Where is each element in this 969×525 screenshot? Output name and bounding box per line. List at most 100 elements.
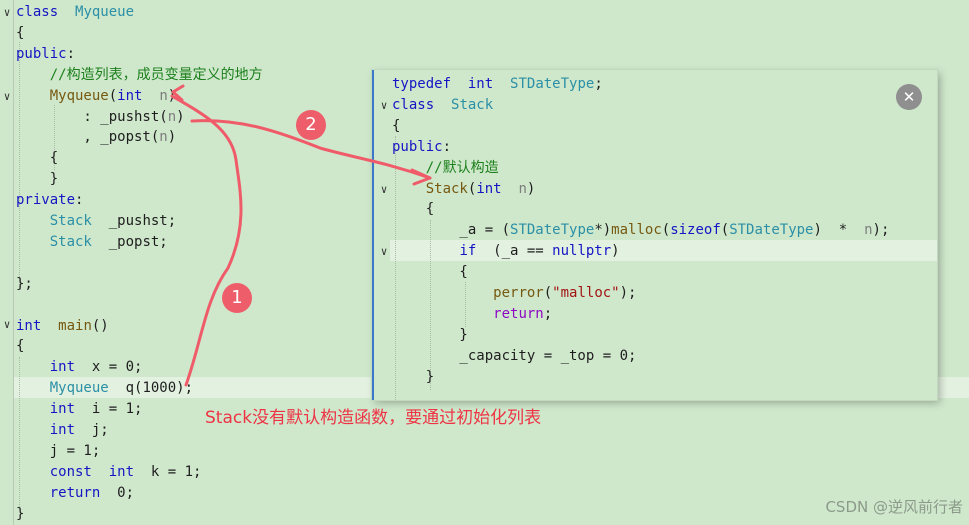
code-line[interactable]: {: [16, 148, 58, 169]
code-token: class: [392, 96, 435, 113]
code-token: j = 1;: [16, 442, 101, 459]
code-token: {: [392, 264, 468, 281]
code-line[interactable]: _a = (STDateType*)malloc(sizeof(STDateTy…: [392, 220, 889, 241]
code-line[interactable]: //构造列表，成员变量定义的地方: [16, 65, 263, 86]
code-line[interactable]: }: [392, 367, 434, 388]
code-line[interactable]: {: [392, 199, 434, 220]
code-token: ): [167, 129, 177, 146]
code-token: (: [108, 87, 118, 104]
code-line[interactable]: private:: [16, 190, 83, 211]
code-token: {: [16, 338, 25, 355]
fold-toggle-class-myqueue[interactable]: ∨: [2, 2, 12, 23]
code-line[interactable]: int x = 0;: [16, 357, 143, 378]
code-line[interactable]: {: [392, 116, 400, 137]
code-token: ;: [594, 76, 603, 92]
arrow-1: [170, 94, 243, 387]
watermark: CSDN @逆风前行者: [825, 498, 963, 516]
code-token: :: [66, 45, 76, 62]
annotation-marker-1: 1: [222, 283, 252, 313]
code-line[interactable]: Myqueue(int n): [16, 86, 176, 107]
annotation-note: Stack没有默认构造函数，要通过初始化列表: [205, 408, 542, 428]
code-line[interactable]: {: [16, 23, 24, 44]
code-line[interactable]: class Myqueue: [16, 2, 134, 23]
fold-toggle-if-block[interactable]: ∨: [379, 241, 389, 262]
close-peek-button[interactable]: ✕: [896, 84, 922, 110]
code-line[interactable]: Stack _popst;: [16, 232, 168, 253]
code-token: }: [16, 505, 25, 522]
code-token: perror: [493, 285, 544, 301]
code-token: int: [49, 401, 76, 418]
code-token: public: [16, 45, 67, 62]
code-line[interactable]: //默认构造: [392, 158, 499, 179]
fold-toggle-class-stack[interactable]: ∨: [379, 95, 389, 116]
code-token: main: [58, 317, 92, 334]
code-line[interactable]: perror("malloc");: [392, 283, 636, 304]
code-token: (: [720, 222, 730, 239]
code-line[interactable]: Stack(int n): [392, 179, 536, 200]
code-token: //默认构造: [425, 159, 499, 176]
code-line[interactable]: return;: [392, 304, 552, 325]
code-line[interactable]: class Stack: [392, 95, 493, 116]
code-line[interactable]: public:: [16, 44, 75, 65]
code-line[interactable]: typedef int STDateType;: [392, 74, 603, 95]
code-line[interactable]: public:: [392, 137, 451, 158]
code-line[interactable]: return 0;: [16, 483, 134, 504]
code-token: j;: [75, 422, 109, 438]
code-token: Myqueue: [49, 380, 109, 397]
fold-toggle-constructor[interactable]: ∨: [2, 86, 12, 107]
peek-definition-window[interactable]: ∨ ∨ ∨ typedef int STDateType; class Stack…: [372, 70, 937, 400]
code-token: return: [49, 484, 101, 501]
code-line[interactable]: };: [16, 274, 33, 295]
code-token: Stack: [425, 180, 468, 197]
fold-toggle-stack-constructor[interactable]: ∨: [379, 179, 389, 200]
code-token: public: [392, 138, 443, 155]
code-token: , _popst(: [16, 129, 160, 146]
fold-toggle-main[interactable]: ∨: [2, 314, 12, 335]
code-editor[interactable]: ∨ ∨ ∨ class Myqueue{public: //构造列表，成员变量定…: [0, 0, 969, 525]
code-token: if: [459, 243, 477, 260]
code-token: {: [16, 150, 59, 167]
code-line[interactable]: Myqueue q(1000);: [16, 378, 193, 399]
code-token: _capacity = _top = 0;: [392, 347, 637, 364]
code-line[interactable]: Stack _pushst;: [16, 211, 176, 232]
code-token: x = 0;: [75, 359, 143, 376]
code-line[interactable]: : _pushst(n): [16, 107, 184, 128]
code-token: {: [16, 24, 25, 41]
code-line[interactable]: , _popst(n): [16, 127, 176, 148]
code-token: int: [467, 76, 494, 92]
code-line[interactable]: }: [16, 169, 58, 190]
code-token: k = 1;: [134, 463, 202, 480]
code-token: int: [108, 463, 135, 480]
code-line[interactable]: const int k = 1;: [16, 462, 202, 483]
code-line[interactable]: }: [16, 504, 24, 525]
code-token: {: [392, 117, 401, 134]
code-token: private: [16, 192, 76, 209]
code-line[interactable]: int i = 1;: [16, 399, 143, 420]
code-line[interactable]: {: [392, 262, 468, 283]
annotation-marker-2: 2: [296, 110, 326, 140]
code-token: n: [864, 222, 873, 239]
code-token: class: [16, 4, 59, 20]
code-token: : _pushst(: [16, 108, 168, 125]
code-line[interactable]: _capacity = _top = 0;: [392, 346, 636, 367]
code-line[interactable]: {: [16, 336, 24, 357]
code-line[interactable]: }: [392, 325, 467, 346]
code-token: return: [493, 305, 544, 322]
code-line[interactable]: int main(): [16, 316, 109, 337]
code-line[interactable]: if (_a == nullptr): [392, 241, 619, 262]
code-line[interactable]: j = 1;: [16, 441, 101, 462]
code-line[interactable]: int j;: [16, 420, 109, 441]
